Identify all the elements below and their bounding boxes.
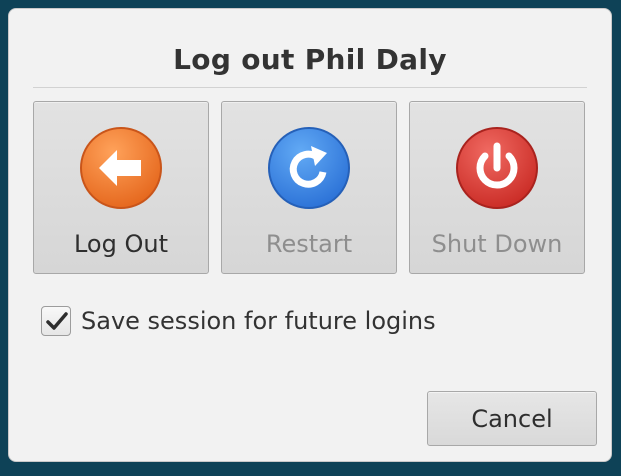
log-out-button[interactable]: Log Out — [33, 101, 209, 274]
restart-icon — [267, 126, 351, 210]
shut-down-button[interactable]: Shut Down — [409, 101, 585, 274]
shut-down-label: Shut Down — [431, 230, 563, 258]
restart-button[interactable]: Restart — [221, 101, 397, 274]
title-separator — [33, 87, 587, 88]
arrow-left-icon — [79, 126, 163, 210]
restart-label: Restart — [265, 230, 353, 258]
dialog-title: Log out Phil Daly — [173, 43, 447, 76]
log-out-label: Log Out — [73, 230, 168, 258]
save-session-label[interactable]: Save session for future logins — [81, 307, 436, 335]
save-session-row: Save session for future logins — [41, 305, 436, 337]
cancel-button[interactable]: Cancel — [427, 391, 597, 446]
checkmark-icon — [46, 312, 68, 330]
logout-dialog: Log out Phil Daly Log Out Restart Shut D… — [8, 8, 612, 462]
save-session-checkbox[interactable] — [41, 306, 71, 336]
power-icon — [455, 126, 539, 210]
